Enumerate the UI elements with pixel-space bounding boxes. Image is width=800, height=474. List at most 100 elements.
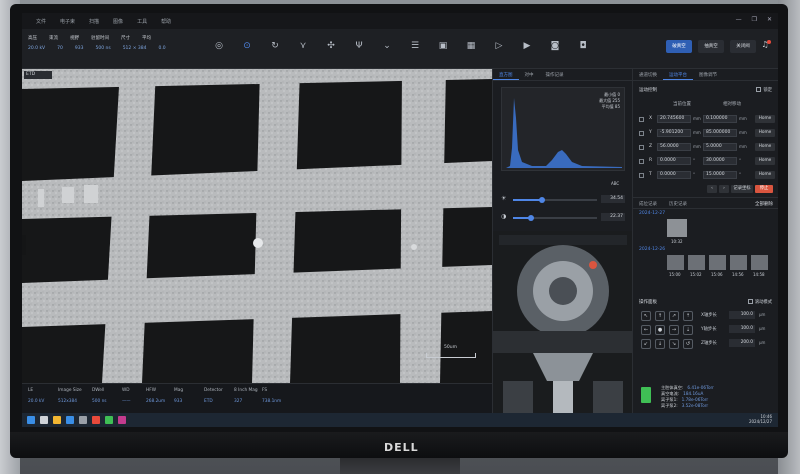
sem-image-viewport[interactable]: ETD 50um (22, 69, 492, 383)
x-step-input[interactable]: 100.0 (729, 311, 755, 319)
search-icon[interactable] (40, 416, 48, 424)
pump-button[interactable]: 抽真空 (698, 40, 724, 53)
tab-histogram[interactable]: 直方图 (493, 69, 519, 80)
arrow-down-right-icon[interactable]: ↘ (669, 339, 679, 349)
snapshot-icon[interactable]: ◘ (576, 39, 590, 53)
play-icon[interactable]: ▷ (492, 39, 506, 53)
fov-select[interactable]: 933 (75, 46, 84, 51)
restore-icon[interactable]: ❐ (752, 16, 757, 23)
axis-checkbox[interactable] (639, 159, 644, 164)
arrow-up-right-icon[interactable]: ↗ (669, 311, 679, 321)
rotate-ccw-icon[interactable]: ↺ (683, 339, 693, 349)
average-select[interactable]: 0.0 (159, 46, 166, 51)
pos-input[interactable]: 20.745600 (657, 115, 691, 123)
axis-checkbox[interactable] (639, 173, 644, 178)
wps-icon[interactable] (92, 416, 100, 424)
y-step-input[interactable]: 100.0 (729, 325, 755, 333)
axis-checkbox[interactable] (639, 145, 644, 150)
arrow-up-left-icon[interactable]: ↖ (641, 311, 651, 321)
tilt-icon[interactable]: ✣ (324, 39, 338, 53)
window-icon[interactable]: ▣ (436, 39, 450, 53)
tab-image-adjust[interactable]: 图像调节 (693, 69, 723, 80)
relative-move-select[interactable]: 相对移动 (723, 101, 741, 107)
contrast-slider[interactable]: ◑ 22.37 (501, 213, 625, 223)
tab-log[interactable]: 操作记录 (540, 69, 570, 80)
home-button[interactable]: Home (755, 129, 775, 137)
arrow-left-icon[interactable]: ← (641, 325, 651, 335)
home-button[interactable]: Home (755, 171, 775, 179)
grid-icon[interactable]: ▦ (464, 39, 478, 53)
bell-icon[interactable]: ♫ (758, 40, 772, 54)
tab-channel[interactable]: 通道切换 (633, 69, 663, 80)
size-select[interactable]: 512 × 384 (123, 46, 147, 51)
menu-tools[interactable]: 工具 (137, 18, 147, 25)
system-clock[interactable]: 10:46 2024/12/27 (749, 414, 772, 424)
edge-icon[interactable] (66, 416, 74, 424)
tab-history[interactable]: 历史记录 (663, 198, 693, 208)
rel-input[interactable]: 30.0000 (703, 157, 737, 165)
probe-icon[interactable]: Ψ (352, 39, 366, 53)
app-icon[interactable] (105, 416, 113, 424)
axis-checkbox[interactable] (639, 117, 644, 122)
tab-alignment[interactable]: 对中 (519, 69, 540, 80)
brightness-value[interactable]: 34.54 (601, 195, 625, 203)
video-icon[interactable]: ▶ (520, 39, 534, 53)
menu-scan[interactable]: 扫描 (89, 18, 99, 25)
pos-input[interactable]: -5.901200 (657, 129, 691, 137)
camera-icon[interactable]: ◙ (548, 39, 562, 53)
rotate-icon[interactable]: ↻ (268, 39, 282, 53)
detector-select[interactable]: ETD (24, 71, 52, 79)
arrow-up-icon[interactable]: ↑ (655, 311, 665, 321)
rel-input[interactable]: 85.000000 (703, 129, 737, 137)
minimize-icon[interactable]: — (736, 16, 742, 23)
menu-file[interactable]: 文件 (36, 18, 46, 25)
windows-start-icon[interactable] (27, 416, 35, 424)
pos-input[interactable]: 0.0000 (657, 157, 691, 165)
target-icon[interactable]: ◎ (212, 39, 226, 53)
lock-box[interactable] (756, 87, 762, 92)
chevron-down-icon[interactable]: ⌄ (380, 39, 394, 53)
vent-button[interactable]: 破真空 (666, 40, 692, 53)
current-select[interactable]: 70 (57, 46, 63, 51)
chevron-right-icon[interactable]: › (719, 185, 729, 193)
history-thumbnail[interactable] (709, 255, 726, 270)
rel-input[interactable]: 15.0000 (703, 171, 737, 179)
home-button[interactable]: Home (755, 143, 775, 151)
menu-help[interactable]: 帮助 (161, 18, 171, 25)
dwell-select[interactable]: 500 ns (95, 46, 110, 51)
history-thumbnail[interactable] (751, 255, 768, 270)
rel-input[interactable]: 0.100000 (703, 115, 737, 123)
chevron-left-icon[interactable]: ‹ (707, 185, 717, 193)
axis-checkbox[interactable] (639, 131, 644, 136)
z-step-input[interactable]: 200.0 (729, 339, 755, 347)
brightness-knob[interactable] (539, 197, 546, 203)
pos-input[interactable]: 56.0000 (657, 143, 691, 151)
z-down-icon[interactable]: ⇣ (683, 325, 693, 335)
contrast-value[interactable]: 22.37 (601, 213, 625, 221)
beam-icon[interactable]: ⋎ (296, 39, 310, 53)
record-coords-button[interactable]: 记录坐标 (731, 185, 753, 193)
hv-select[interactable]: 20.0 kV (28, 46, 45, 51)
brightness-track[interactable] (513, 197, 597, 203)
arrow-down-icon[interactable]: ↓ (655, 339, 665, 349)
close-icon[interactable]: ✕ (767, 16, 772, 23)
center-icon[interactable]: ● (655, 325, 665, 335)
history-thumbnail[interactable] (688, 255, 705, 270)
lock-checkbox[interactable]: 锁定 (756, 87, 772, 93)
home-button[interactable]: Home (755, 157, 775, 165)
abc-button[interactable]: ABC (611, 181, 619, 186)
arrow-down-left-icon[interactable]: ↙ (641, 339, 651, 349)
folder-icon[interactable] (53, 416, 61, 424)
history-thumbnail[interactable] (667, 219, 687, 237)
close-valve-button[interactable]: 关闭阀 (730, 40, 756, 53)
brightness-slider[interactable]: ☀ 34.54 (501, 195, 625, 205)
clear-all-button[interactable]: 全部删除 (749, 198, 778, 208)
menu-image[interactable]: 图像 (113, 18, 123, 25)
arrow-right-icon[interactable]: → (669, 325, 679, 335)
app-icon[interactable] (79, 416, 87, 424)
tab-position-log[interactable]: 成位记录 (633, 198, 663, 208)
contrast-track[interactable] (513, 215, 597, 221)
tab-stage[interactable]: 运动平台 (663, 69, 693, 80)
stop-button[interactable]: 停止 (755, 185, 773, 193)
list-icon[interactable]: ☰ (408, 39, 422, 53)
